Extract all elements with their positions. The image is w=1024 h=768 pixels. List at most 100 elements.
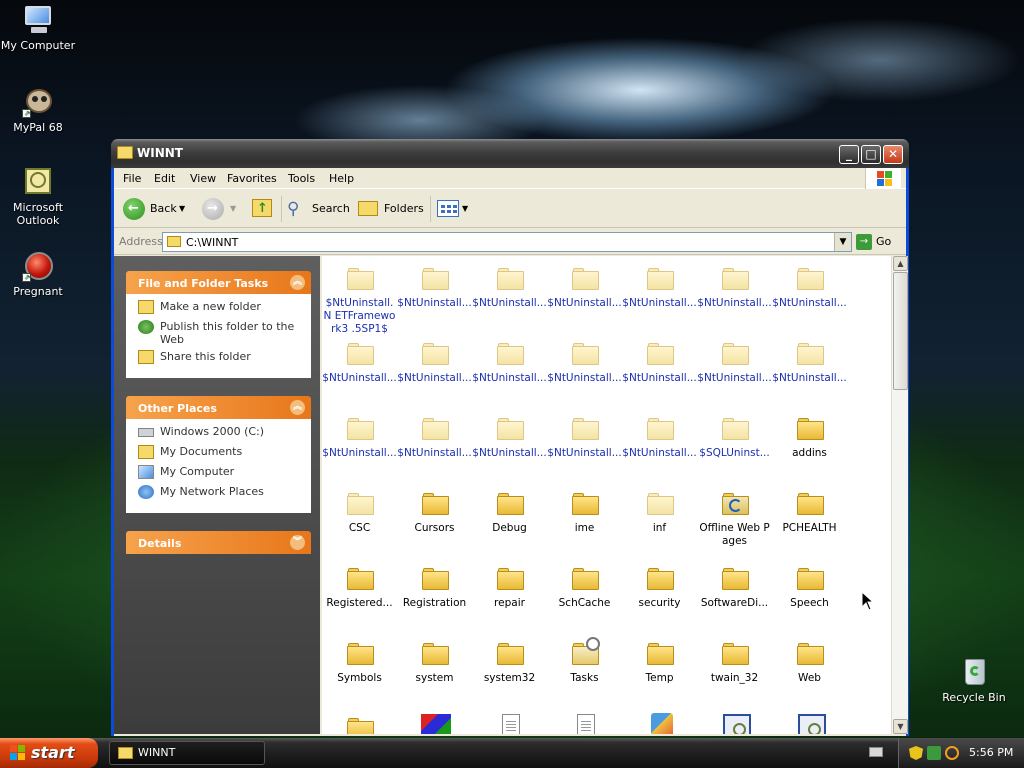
collapse-icon[interactable]: ︽ <box>290 400 305 415</box>
file-item[interactable]: $NtUninstall... <box>472 331 547 406</box>
panel-header[interactable]: File and Folder Tasks ︽ <box>126 271 311 294</box>
file-item[interactable]: $NtUninstall... <box>322 331 397 406</box>
file-item[interactable]: SoftwareDi... <box>697 556 772 631</box>
panel-header[interactable]: Details ︾ <box>126 531 311 554</box>
file-item[interactable]: $NtUninstall... <box>397 331 472 406</box>
file-item[interactable] <box>547 706 622 734</box>
file-item[interactable]: Web <box>772 631 847 706</box>
file-item[interactable]: addins <box>772 406 847 481</box>
file-item[interactable] <box>697 706 772 734</box>
title-bar[interactable]: WINNT _ □ ✕ <box>111 139 909 168</box>
desktop-icon-outlook[interactable]: Microsoft Outlook <box>0 166 76 227</box>
file-item[interactable] <box>397 706 472 734</box>
file-list-view[interactable]: $NtUninstall.N ETFramework3 .5SP1$ $NtUni… <box>322 256 891 734</box>
file-item[interactable]: system <box>397 631 472 706</box>
file-item[interactable]: Debug <box>472 481 547 556</box>
file-item[interactable]: $NtUninstall... <box>622 256 697 331</box>
file-item[interactable]: $NtUninstall... <box>622 406 697 481</box>
file-item[interactable]: $NtUninstall... <box>547 256 622 331</box>
file-item[interactable]: Registration <box>397 556 472 631</box>
file-item[interactable]: $NtUninstall... <box>472 406 547 481</box>
menu-edit[interactable]: Edit <box>154 172 175 185</box>
file-item[interactable]: $NtUninstall... <box>697 331 772 406</box>
file-item[interactable]: $NtUninstall... <box>772 256 847 331</box>
search-tray-icon[interactable] <box>945 746 959 760</box>
desktop-icon-recycle-bin[interactable]: Recycle Bin <box>936 656 1012 704</box>
collapse-icon[interactable]: ︽ <box>290 275 305 290</box>
file-item[interactable]: ime <box>547 481 622 556</box>
file-item[interactable]: SchCache <box>547 556 622 631</box>
folders-button[interactable]: Folders <box>358 198 424 220</box>
address-dropdown-button[interactable]: ▼ <box>834 233 851 251</box>
file-item[interactable]: Offline Web Pages <box>697 481 772 556</box>
task-make-new-folder[interactable]: Make a new folder <box>138 300 305 320</box>
place-my-network-places[interactable]: My Network Places <box>138 485 305 505</box>
file-name: $NtUninstall... <box>622 372 697 384</box>
file-item[interactable]: Speech <box>772 556 847 631</box>
file-item[interactable]: $NtUninstall... <box>547 406 622 481</box>
file-item[interactable]: $NtUninstall... <box>322 406 397 481</box>
address-input[interactable]: C:\WINNT ▼ <box>162 232 852 252</box>
security-shield-icon[interactable] <box>909 746 923 760</box>
go-button[interactable]: → Go <box>856 232 891 252</box>
start-button[interactable]: start <box>0 738 98 768</box>
expand-icon[interactable]: ︾ <box>290 535 305 550</box>
maximize-button[interactable]: □ <box>861 145 881 164</box>
file-item[interactable]: repair <box>472 556 547 631</box>
close-button[interactable]: ✕ <box>883 145 903 164</box>
desktop-icon-pregnant[interactable]: ↗ Pregnant <box>0 250 76 298</box>
file-item[interactable]: $NtUninstall... <box>772 331 847 406</box>
file-item[interactable] <box>772 706 847 734</box>
file-item[interactable]: $NtUninstall... <box>397 406 472 481</box>
taskbar-window-winnt[interactable]: WINNT <box>109 741 265 765</box>
place-my-computer[interactable]: My Computer <box>138 465 305 485</box>
file-item[interactable]: Cursors <box>397 481 472 556</box>
place-windows-2000-drive[interactable]: Windows 2000 (C:) <box>138 425 305 445</box>
file-item[interactable]: $NtUninstall... <box>472 256 547 331</box>
menu-file[interactable]: File <box>123 172 141 185</box>
clock[interactable]: 5:56 PM <box>969 746 1013 759</box>
keyboard-icon[interactable] <box>869 747 883 757</box>
forward-button[interactable]: → ▼ <box>202 198 242 220</box>
network-icon[interactable] <box>927 746 941 760</box>
file-item[interactable]: twain_32 <box>697 631 772 706</box>
menu-view[interactable]: View <box>190 172 216 185</box>
menu-tools[interactable]: Tools <box>288 172 315 185</box>
views-button[interactable]: ▼ <box>437 198 471 220</box>
file-item[interactable]: system32 <box>472 631 547 706</box>
file-item[interactable]: $NtUninstall.N ETFramework3 .5SP1$ <box>322 256 397 335</box>
file-item[interactable] <box>322 706 397 734</box>
file-item[interactable]: inf <box>622 481 697 556</box>
file-item[interactable] <box>472 706 547 734</box>
details-panel: Details ︾ <box>126 531 311 554</box>
menu-favorites[interactable]: Favorites <box>227 172 277 185</box>
file-item[interactable]: $NtUninstall... <box>547 331 622 406</box>
menu-help[interactable]: Help <box>329 172 354 185</box>
back-button[interactable]: ← Back ▼ <box>123 198 187 220</box>
file-item[interactable]: $NtUninstall... <box>622 331 697 406</box>
file-item[interactable]: $SQLUninst... <box>697 406 772 481</box>
panel-header[interactable]: Other Places ︽ <box>126 396 311 419</box>
place-my-documents[interactable]: My Documents <box>138 445 305 465</box>
task-share-folder[interactable]: Share this folder <box>138 350 305 370</box>
desktop-icon-my-computer[interactable]: My Computer <box>0 4 76 52</box>
scroll-down-button[interactable]: ▼ <box>893 719 908 734</box>
file-item[interactable]: $NtUninstall... <box>397 256 472 331</box>
scroll-up-button[interactable]: ▲ <box>893 256 908 271</box>
scroll-thumb[interactable] <box>893 272 908 390</box>
task-publish-folder[interactable]: Publish this folder to the Web <box>138 320 305 350</box>
file-item[interactable]: PCHEALTH <box>772 481 847 556</box>
file-item[interactable]: Symbols <box>322 631 397 706</box>
up-folder-button[interactable]: ↑ <box>251 198 275 220</box>
file-item[interactable]: Temp <box>622 631 697 706</box>
file-item[interactable]: $NtUninstall... <box>697 256 772 331</box>
file-item[interactable]: CSC <box>322 481 397 556</box>
search-button[interactable]: ⚲ Search <box>287 198 351 220</box>
file-item[interactable]: Tasks <box>547 631 622 706</box>
file-item[interactable] <box>622 706 697 734</box>
file-item[interactable]: Registered... <box>322 556 397 631</box>
desktop-icon-mypal[interactable]: ↗ MyPal 68 <box>0 86 76 134</box>
file-item[interactable]: security <box>622 556 697 631</box>
vertical-scrollbar[interactable]: ▲ ▼ <box>891 256 908 734</box>
minimize-button[interactable]: _ <box>839 145 859 164</box>
